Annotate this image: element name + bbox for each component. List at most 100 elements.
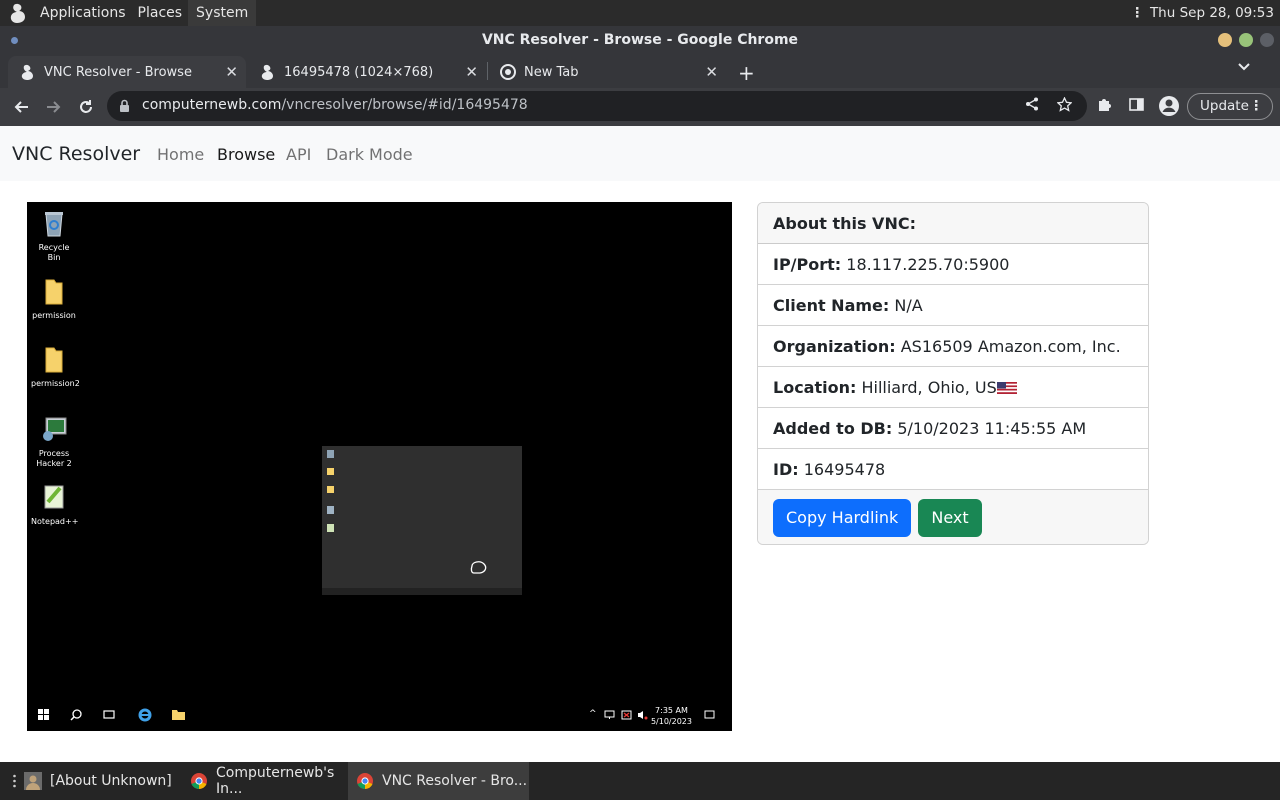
- windows-start-icon: [38, 709, 49, 723]
- detail-label: ID:: [773, 460, 799, 479]
- speaker-icon: [637, 709, 648, 723]
- close-tab-icon[interactable]: ✕: [705, 63, 718, 81]
- detail-row-location: Location: Hilliard, Ohio, US: [758, 367, 1148, 408]
- nav-api[interactable]: API: [286, 145, 311, 164]
- system-menu[interactable]: System: [188, 0, 257, 26]
- detail-row-ip-port: IP/Port: 18.117.225.70:5900: [758, 244, 1148, 285]
- internet-explorer-icon: [137, 707, 153, 726]
- tab-search-chevron-icon[interactable]: [1237, 60, 1251, 76]
- tab-label: VNC Resolver - Browse: [44, 64, 192, 80]
- desktop-icon-permission2: permission2: [31, 344, 80, 389]
- extensions-puzzle-icon[interactable]: [1097, 97, 1112, 116]
- panel-menu-icon[interactable]: ⋮: [1130, 0, 1144, 26]
- taskbar-item-label: Computernewb's In...: [216, 765, 335, 797]
- detail-row-client-name: Client Name: N/A: [758, 285, 1148, 326]
- tab-vnc-resolver-browse[interactable]: VNC Resolver - Browse ✕: [8, 56, 246, 88]
- desktop-icon-process-hacker: Process Hacker 2: [31, 414, 77, 469]
- update-label: Update: [1200, 98, 1249, 114]
- next-button[interactable]: Next: [918, 499, 982, 537]
- us-flag-icon: [996, 379, 1017, 394]
- task-view-icon: [103, 709, 115, 723]
- windows-taskbar: ^ 7:35 AM 5/10/2023: [27, 701, 732, 731]
- vnc-resolver-icon: [260, 64, 276, 80]
- folder-icon: [45, 347, 63, 373]
- tab-new-tab[interactable]: New Tab ✕: [488, 56, 726, 88]
- detail-label: Added to DB:: [773, 419, 893, 438]
- side-panel-icon[interactable]: [1129, 97, 1144, 116]
- user-icon: [24, 772, 42, 790]
- clock-text: Thu Sep 28, 09:53: [1149, 5, 1274, 21]
- bottom-panel: [About Unknown] Computernewb's In... VNC…: [0, 762, 1280, 800]
- nav-browse[interactable]: Browse: [217, 145, 275, 164]
- detail-row-added-to-db: Added to DB: 5/10/2023 11:45:55 AM: [758, 408, 1148, 449]
- nav-dark-mode[interactable]: Dark Mode: [326, 145, 413, 164]
- detail-value: Hilliard, Ohio, US: [861, 378, 997, 397]
- card-footer: Copy Hardlink Next: [758, 490, 1148, 544]
- desktop-icon-permission: permission: [31, 276, 77, 321]
- update-button[interactable]: Update ⋮: [1187, 93, 1273, 120]
- taskbar-item-label: [About Unknown]: [50, 773, 172, 789]
- close-tab-icon[interactable]: ✕: [465, 63, 478, 81]
- profile-avatar-icon[interactable]: [1158, 95, 1180, 121]
- folder-icon: [45, 279, 63, 305]
- site-brand[interactable]: VNC Resolver: [12, 143, 140, 165]
- bookmark-star-icon[interactable]: [1056, 96, 1073, 116]
- forward-arrow-icon[interactable]: [42, 95, 66, 119]
- web-page: VNC Resolver Home Browse API Dark Mode R…: [0, 126, 1280, 762]
- windows-clock: 7:35 AM 5/10/2023: [651, 705, 692, 727]
- detail-label: Client Name:: [773, 296, 890, 315]
- chrome-icon: [190, 772, 208, 790]
- url-text[interactable]: computernewb.com/vncresolver/browse/#id/…: [142, 97, 528, 113]
- places-menu[interactable]: Places: [132, 5, 189, 21]
- close-window-button[interactable]: [1260, 33, 1274, 47]
- detail-value: 5/10/2023 11:45:55 AM: [897, 419, 1087, 438]
- close-tab-icon[interactable]: ✕: [225, 63, 238, 81]
- detail-label: Location:: [773, 378, 857, 397]
- desktop-icon-recycle-bin: Recycle Bin: [31, 208, 77, 263]
- detail-value: 16495478: [803, 460, 886, 479]
- desktop-icon-label: Process Hacker 2: [36, 449, 72, 468]
- window-title: VNC Resolver - Browse - Google Chrome: [481, 32, 799, 48]
- nested-desktop-thumbnail: [322, 450, 522, 595]
- window-menu-dot-icon[interactable]: [11, 37, 18, 44]
- new-tab-plus-icon[interactable]: +: [738, 61, 755, 85]
- window-title-bar: VNC Resolver - Browse - Google Chrome: [0, 26, 1280, 54]
- taskbar-item-computernewb[interactable]: Computernewb's In...: [182, 762, 352, 800]
- maximize-button[interactable]: [1239, 33, 1253, 47]
- vnc-resolver-icon: [20, 64, 36, 80]
- gnome-foot-icon[interactable]: [8, 2, 30, 24]
- share-icon[interactable]: [1025, 97, 1039, 115]
- notepad-plus-plus-icon: [44, 485, 64, 509]
- detail-label: Organization:: [773, 337, 896, 356]
- taskbar-item-about-unknown[interactable]: [About Unknown]: [16, 762, 186, 800]
- chrome-icon: [356, 772, 374, 790]
- windows-clock-date: 5/10/2023: [650, 717, 692, 726]
- vnc-details-card: About this VNC: IP/Port: 18.117.225.70:5…: [757, 202, 1149, 545]
- address-bar[interactable]: computernewb.com/vncresolver/browse/#id/…: [107, 91, 1087, 121]
- detail-row-id: ID: 16495478: [758, 449, 1148, 490]
- file-explorer-icon: [171, 709, 186, 724]
- url-host: computernewb.com: [142, 97, 282, 113]
- detail-label: IP/Port:: [773, 255, 842, 274]
- notification-icon: [704, 709, 715, 723]
- copy-hardlink-button[interactable]: Copy Hardlink: [773, 499, 912, 537]
- system-clock[interactable]: ⋮ Thu Sep 28, 09:53: [1130, 0, 1274, 26]
- desktop-icon-label: permission2: [31, 379, 80, 388]
- tab-label: 16495478 (1024×768): [284, 64, 434, 80]
- taskbar-item-vnc-resolver[interactable]: VNC Resolver - Bro...: [348, 762, 529, 800]
- detail-row-organization: Organization: AS16509 Amazon.com, Inc.: [758, 326, 1148, 367]
- applications-menu[interactable]: Applications: [34, 5, 132, 21]
- tab-label: New Tab: [524, 64, 579, 80]
- reload-icon[interactable]: [74, 95, 98, 119]
- tab-screenshot-image[interactable]: 16495478 (1024×768) ✕: [248, 56, 486, 88]
- network-icon: [604, 709, 615, 723]
- minimize-button[interactable]: [1218, 33, 1232, 47]
- back-arrow-icon[interactable]: [9, 95, 33, 119]
- lock-icon[interactable]: [119, 98, 130, 117]
- vnc-screenshot[interactable]: Recycle Bin permission permission2 Proce…: [27, 202, 732, 731]
- nav-home[interactable]: Home: [157, 145, 204, 164]
- chrome-menu-icon[interactable]: ⋮: [1250, 94, 1264, 119]
- taskbar-item-label: VNC Resolver - Bro...: [382, 773, 528, 789]
- recycle-bin-icon: [45, 212, 63, 237]
- card-title: About this VNC:: [758, 203, 1148, 244]
